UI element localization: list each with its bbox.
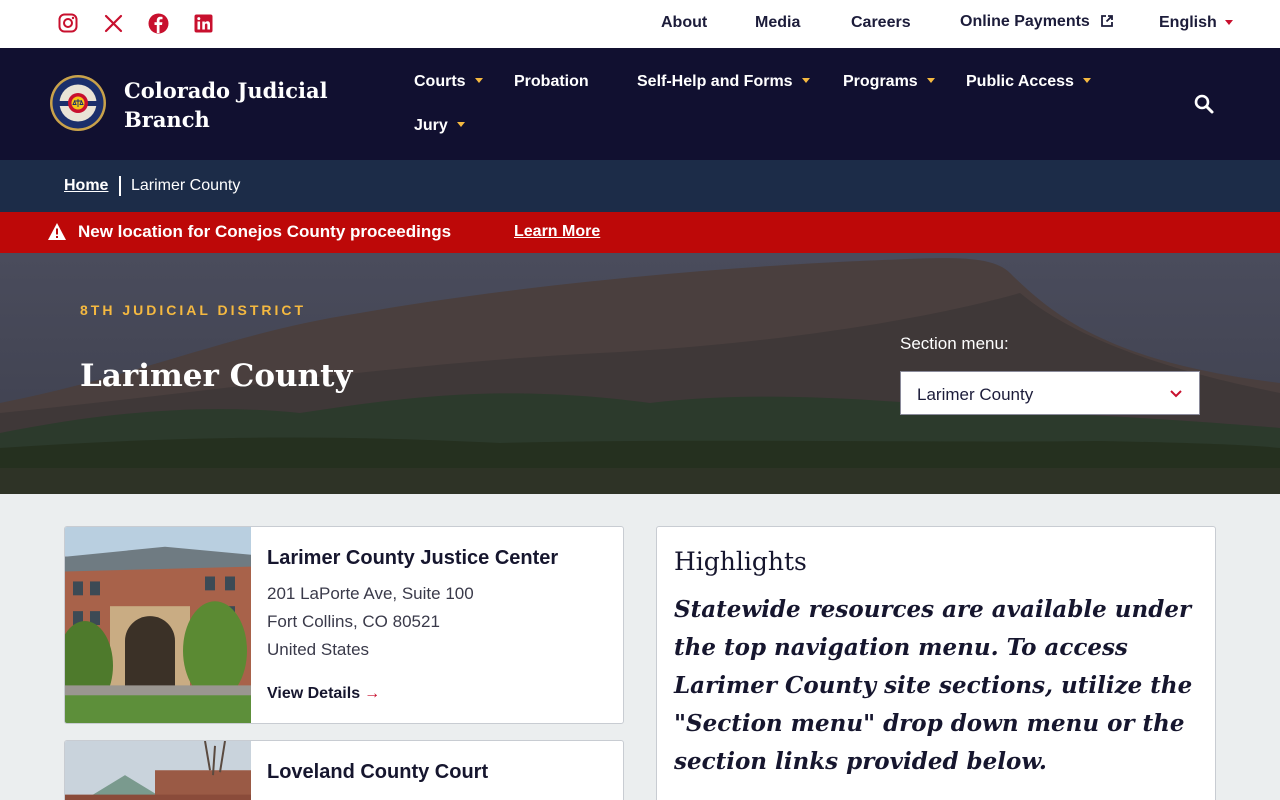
careers-link[interactable]: Careers [851, 14, 911, 32]
breadcrumb: Home Larimer County [0, 160, 1280, 212]
highlights-title: Highlights [674, 547, 807, 576]
chevron-down-icon [474, 78, 483, 83]
about-link[interactable]: About [661, 14, 707, 32]
section-menu-value: Larimer County [917, 385, 1034, 404]
nav-public-access[interactable]: Public Access [966, 73, 1091, 91]
loveland-court-photo [65, 741, 251, 800]
justice-center-photo [65, 527, 251, 723]
page-title: Larimer County [80, 358, 353, 394]
chevron-down-icon [926, 78, 935, 83]
instagram-icon[interactable] [57, 12, 79, 34]
view-details-link[interactable]: View Details → [267, 685, 380, 703]
facebook-icon[interactable] [147, 12, 169, 34]
alert-learn-more-link[interactable]: Learn More [514, 223, 600, 241]
chevron-down-icon [456, 122, 465, 127]
highlights-body: Statewide resources are available under … [674, 596, 1193, 775]
chevron-down-icon [801, 78, 810, 83]
utility-bar: About Media Careers Online Payments Engl… [0, 0, 1280, 48]
site-brand-name[interactable]: Colorado Judicial Branch [124, 76, 354, 134]
nav-self-help-label: Self-Help and Forms [637, 73, 793, 90]
online-payments-link[interactable]: Online Payments [960, 13, 1114, 31]
nav-public-access-label: Public Access [966, 73, 1074, 90]
warning-icon [48, 223, 66, 240]
hero-banner: 8TH JUDICIAL DISTRICT Larimer County Sec… [0, 253, 1280, 494]
x-icon[interactable] [102, 12, 124, 34]
address-line-2: Fort Collins, CO 80521 [267, 612, 440, 631]
language-select[interactable]: English [1159, 14, 1233, 32]
colorado-courts-seal-logo[interactable] [49, 74, 107, 132]
address-line-1: 201 LaPorte Ave, Suite 100 [267, 584, 474, 603]
location-card: Loveland County Court [64, 740, 624, 800]
nav-probation[interactable]: Probation [514, 73, 589, 91]
breadcrumb-home-link[interactable]: Home [64, 177, 108, 195]
nav-courts[interactable]: Courts [414, 73, 483, 91]
district-eyebrow: 8TH JUDICIAL DISTRICT [80, 302, 307, 318]
breadcrumb-separator [119, 176, 121, 196]
section-menu-label: Section menu: [900, 334, 1009, 353]
highlights-panel: Highlights Statewide resources are avail… [656, 526, 1216, 800]
online-payments-label: Online Payments [960, 13, 1090, 30]
language-label: English [1159, 14, 1217, 31]
nav-self-help-forms[interactable]: Self-Help and Forms [637, 73, 810, 91]
external-link-icon [1101, 15, 1114, 27]
social-links [57, 12, 237, 34]
media-link[interactable]: Media [755, 14, 800, 32]
address-line-3: United States [267, 640, 370, 659]
location-card: Larimer County Justice Center 201 LaPort… [64, 526, 624, 724]
nav-programs[interactable]: Programs [843, 73, 935, 91]
nav-courts-label: Courts [414, 73, 466, 90]
chevron-down-icon [1170, 390, 1182, 398]
alert-banner: New location for Conejos County proceedi… [0, 212, 1280, 253]
main-navigation: Colorado Judicial Branch Courts Probatio… [0, 48, 1280, 160]
arrow-right-icon: → [364, 685, 381, 702]
nav-jury[interactable]: Jury [414, 117, 465, 135]
section-menu-select[interactable]: Larimer County [900, 371, 1200, 415]
breadcrumb-current: Larimer County [131, 177, 241, 194]
search-icon[interactable] [1192, 92, 1216, 116]
chevron-down-icon [1082, 78, 1091, 83]
card-title[interactable]: Larimer County Justice Center [267, 547, 558, 570]
card-title[interactable]: Loveland County Court [267, 761, 488, 784]
nav-programs-label: Programs [843, 73, 918, 90]
linkedin-icon[interactable] [192, 12, 214, 34]
view-details-label: View Details [267, 685, 361, 702]
alert-message: New location for Conejos County proceedi… [78, 222, 452, 241]
chevron-down-icon [1224, 20, 1233, 26]
nav-jury-label: Jury [414, 117, 448, 134]
